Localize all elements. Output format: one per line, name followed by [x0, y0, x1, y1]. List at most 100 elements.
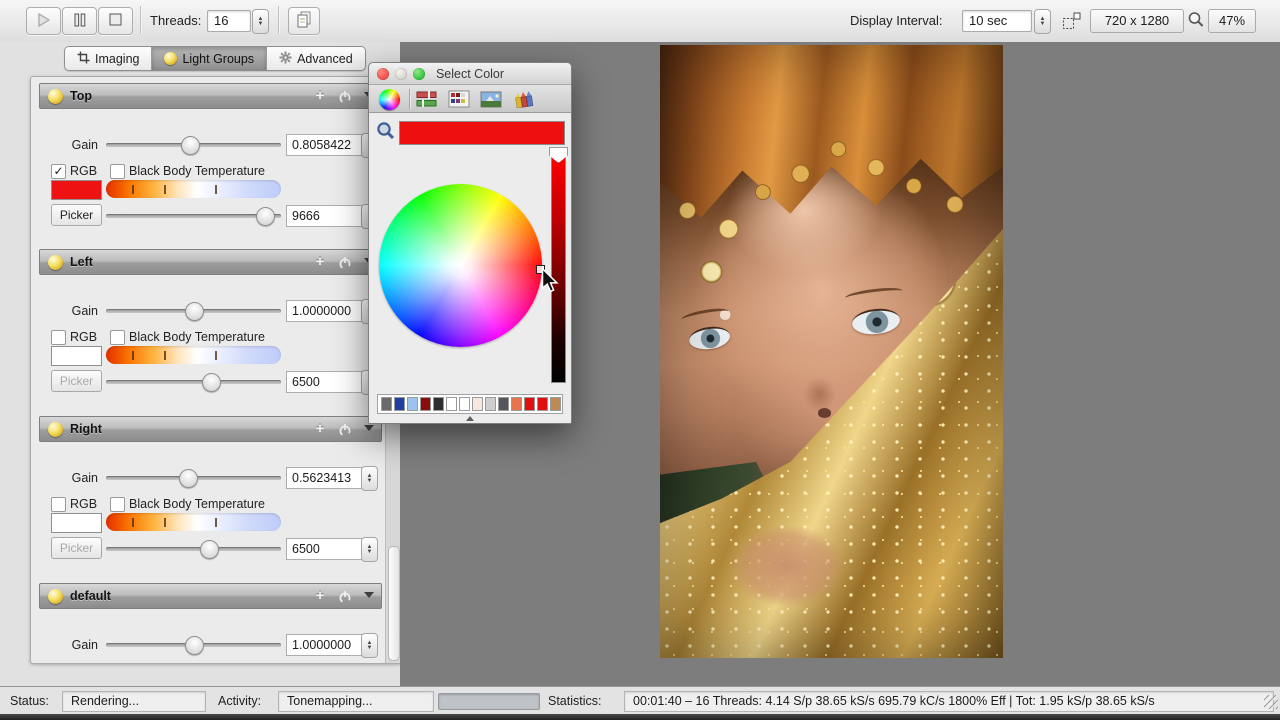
color-swatch[interactable] [407, 397, 418, 411]
dialog-titlebar[interactable]: Select Color [369, 63, 571, 85]
color-swatch[interactable] [433, 397, 444, 411]
brightness-slider[interactable] [551, 151, 566, 383]
blackbody-checkbox[interactable] [110, 330, 125, 345]
color-swatch[interactable] [524, 397, 535, 411]
blackbody-gradient-bar[interactable] [106, 513, 281, 531]
color-swatch[interactable] [511, 397, 522, 411]
blackbody-label: Black Body Temperature [129, 330, 265, 344]
blackbody-checkbox[interactable] [110, 164, 125, 179]
play-button[interactable] [26, 7, 61, 35]
lightbulb-icon [164, 52, 177, 65]
picker-button[interactable]: Picker [51, 204, 102, 226]
color-swatch[interactable] [420, 397, 431, 411]
color-swatch[interactable] [485, 397, 496, 411]
power-icon[interactable] [338, 590, 352, 607]
temperature-slider[interactable] [106, 537, 281, 561]
group-header[interactable]: default + [39, 583, 382, 609]
stop-button[interactable] [98, 7, 133, 35]
tab-imaging[interactable]: Imaging [65, 47, 152, 70]
gain-value-field[interactable]: 0.5623413 [286, 467, 363, 489]
color-swatch[interactable] [459, 397, 470, 411]
magnifier-picker-icon[interactable] [376, 121, 396, 144]
crayons-mode-button[interactable] [511, 88, 535, 110]
group-header[interactable]: Top + [39, 83, 382, 109]
picker-button[interactable]: Picker [51, 537, 102, 559]
add-icon[interactable]: + [312, 253, 328, 271]
picker-button[interactable]: Picker [51, 370, 102, 392]
display-interval-input[interactable]: 10 sec [962, 10, 1032, 32]
chevron-down-icon[interactable] [364, 425, 374, 431]
slider-thumb[interactable] [181, 136, 200, 155]
zoom-magnifier-icon[interactable] [1187, 11, 1205, 32]
blackbody-gradient-bar[interactable] [106, 346, 281, 364]
slider-thumb[interactable] [185, 302, 204, 321]
temperature-slider[interactable] [106, 204, 281, 228]
gain-slider[interactable] [106, 133, 281, 157]
color-swatch[interactable] [498, 397, 509, 411]
picker-row: Picker 9666 ▲▼ [39, 204, 382, 228]
slider-thumb[interactable] [256, 207, 275, 226]
blackbody-checkbox[interactable] [110, 497, 125, 512]
slider-thumb[interactable] [200, 540, 219, 559]
tab-advanced[interactable]: Advanced [267, 47, 365, 70]
color-palettes-mode-button[interactable] [447, 88, 471, 110]
threads-input[interactable]: 16 [207, 10, 251, 32]
rgb-label: RGB [70, 330, 97, 344]
slider-thumb[interactable] [202, 373, 221, 392]
power-icon[interactable] [338, 90, 352, 107]
threads-stepper[interactable]: ▲▼ [252, 9, 269, 34]
color-wheel-mode-button[interactable] [377, 88, 401, 110]
scrollbar-thumb[interactable] [388, 546, 400, 661]
color-wheel[interactable] [379, 184, 542, 347]
rgb-checkbox[interactable] [51, 330, 66, 345]
gain-stepper[interactable]: ▲▼ [361, 466, 378, 491]
color-swatch[interactable] [550, 397, 561, 411]
temperature-value-field[interactable]: 9666 [286, 205, 363, 227]
color-swatch[interactable] [446, 397, 457, 411]
zoom-level-button[interactable]: 47% [1208, 9, 1256, 33]
add-icon[interactable]: + [312, 87, 328, 105]
temperature-value-field[interactable]: 6500 [286, 371, 363, 393]
slider-thumb[interactable] [179, 469, 198, 488]
pause-button[interactable] [62, 7, 97, 35]
tab-light-groups[interactable]: Light Groups [152, 47, 267, 70]
power-icon[interactable] [338, 423, 352, 440]
color-swatch[interactable] [381, 397, 392, 411]
group-header[interactable]: Right + [39, 416, 382, 442]
power-icon[interactable] [338, 256, 352, 273]
temperature-slider[interactable] [106, 370, 281, 394]
gain-stepper[interactable]: ▲▼ [361, 633, 378, 658]
group-color-swatch[interactable] [51, 180, 102, 200]
picker-row: Picker 6500 ▲▼ [39, 537, 382, 561]
color-sliders-mode-button[interactable] [415, 88, 439, 110]
temperature-value-field[interactable]: 6500 [286, 538, 363, 560]
slider-thumb[interactable] [185, 636, 204, 655]
image-palettes-mode-button[interactable] [479, 88, 503, 110]
gain-value-field[interactable]: 1.0000000 [286, 300, 363, 322]
temperature-stepper[interactable]: ▲▼ [361, 537, 378, 562]
resize-grip[interactable] [1264, 695, 1278, 709]
resolution-button[interactable]: 720 x 1280 [1090, 9, 1184, 33]
copy-button[interactable] [288, 7, 320, 35]
color-swatch[interactable] [537, 397, 548, 411]
gain-slider[interactable] [106, 466, 281, 490]
dialog-toolbar [369, 85, 571, 113]
gain-value-field[interactable]: 1.0000000 [286, 634, 363, 656]
rgb-checkbox[interactable] [51, 497, 66, 512]
color-swatch[interactable] [472, 397, 483, 411]
group-color-swatch[interactable] [51, 346, 102, 366]
group-header[interactable]: Left + [39, 249, 382, 275]
scale-image-icon[interactable] [1062, 11, 1082, 34]
color-swatch[interactable] [394, 397, 405, 411]
chevron-down-icon[interactable] [364, 592, 374, 598]
gain-slider[interactable] [106, 299, 281, 323]
add-icon[interactable]: + [312, 420, 328, 438]
rgb-checkbox[interactable]: ✓ [51, 164, 66, 179]
blackbody-gradient-bar[interactable] [106, 180, 281, 198]
display-interval-stepper[interactable]: ▲▼ [1034, 9, 1051, 34]
gain-value-field[interactable]: 0.8058422 [286, 134, 363, 156]
add-icon[interactable]: + [312, 587, 328, 605]
gain-slider[interactable] [106, 633, 281, 657]
swatch-drawer-handle[interactable] [466, 416, 474, 421]
group-color-swatch[interactable] [51, 513, 102, 533]
